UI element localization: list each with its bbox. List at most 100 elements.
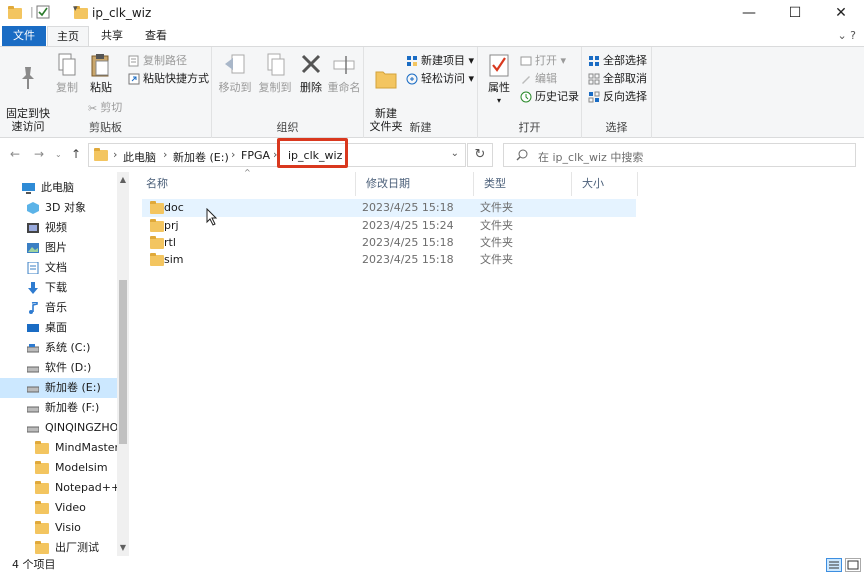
back-arrow-icon[interactable]: ← <box>10 147 20 161</box>
copy-to-button[interactable]: 复制到 <box>256 52 294 94</box>
paste-button[interactable]: 粘贴 <box>86 52 116 94</box>
folder-icon <box>150 253 164 266</box>
refresh-button[interactable]: ↻ <box>467 143 493 167</box>
edit-label: 编辑 <box>535 72 557 85</box>
paste-shortcut-button[interactable]: 粘贴快捷方式 <box>128 70 209 87</box>
nav-item-desktop[interactable]: 桌面 <box>0 318 117 338</box>
rename-label: 重命名 <box>327 81 361 94</box>
folder-icon <box>150 236 164 249</box>
table-row[interactable]: rtl 2023/4/25 15:18 文件夹 <box>142 234 636 252</box>
folder-icon <box>35 480 49 494</box>
breadcrumb-this-pc[interactable]: 此电脑 <box>123 149 156 165</box>
new-item-button[interactable]: 新建项目 ▾ <box>406 52 474 69</box>
nav-label: 此电脑 <box>41 181 74 194</box>
nav-item-this-pc[interactable]: 此电脑 <box>0 178 117 198</box>
recent-dropdown-icon[interactable]: ⌄ <box>55 150 62 159</box>
new-folder-icon <box>375 71 397 89</box>
column-header-size[interactable]: 大小 <box>572 172 638 196</box>
nav-item-videos[interactable]: 视频 <box>0 218 117 238</box>
nav-item-video[interactable]: Video <box>0 498 117 518</box>
column-header-date[interactable]: 修改日期 <box>356 172 474 196</box>
properties-check-icon[interactable] <box>36 5 50 21</box>
nav-item-drive-c[interactable]: 系统 (C:) <box>0 338 117 358</box>
delete-button[interactable]: 删除 <box>296 52 326 94</box>
invert-selection-label: 反向选择 <box>603 90 647 103</box>
minimize-button[interactable]: — <box>726 0 772 26</box>
nav-scrollbar-thumb[interactable] <box>119 280 127 444</box>
properties-button[interactable]: 属性 ▾ <box>482 52 516 107</box>
select-group-label: 选择 <box>605 121 628 134</box>
history-button[interactable]: 历史记录 <box>520 88 579 105</box>
maximize-button[interactable]: ☐ <box>772 0 818 26</box>
nav-label: 桌面 <box>45 321 67 334</box>
nav-label: 视频 <box>45 221 67 234</box>
nav-item-drive-f[interactable]: 新加卷 (F:) <box>0 398 117 418</box>
scroll-down-icon[interactable]: ▼ <box>118 543 128 552</box>
copy-button[interactable]: 复制 <box>52 52 82 94</box>
nav-item-qinqingzhou[interactable]: QINQINGZHOU <box>0 418 117 438</box>
search-box[interactable]: 在 ip_clk_wiz 中搜索 <box>503 143 856 167</box>
properties-label: 属性 <box>488 81 510 94</box>
nav-item-visio[interactable]: Visio <box>0 518 117 538</box>
quick-access-dropdown-icon[interactable]: ▾ <box>73 4 78 20</box>
nav-item-drive-e[interactable]: 新加卷 (E:) <box>0 378 117 398</box>
up-arrow-icon[interactable]: ↑ <box>71 147 81 161</box>
select-none-button[interactable]: 全部取消 <box>588 70 647 87</box>
tab-view[interactable]: 查看 <box>138 26 174 46</box>
rename-button[interactable]: 重命名 <box>326 52 362 94</box>
open-button[interactable]: 打开 ▾ <box>520 52 566 69</box>
easy-access-button[interactable]: 轻松访问 ▾ <box>406 70 474 87</box>
nav-item-documents[interactable]: 文档 <box>0 258 117 278</box>
folder-icon <box>35 540 49 554</box>
scroll-up-icon[interactable]: ▲ <box>118 175 128 184</box>
nav-item-mindmaster[interactable]: MindMaster <box>0 438 117 458</box>
folder-icon <box>35 500 49 514</box>
easy-access-icon <box>406 73 418 85</box>
item-count: 4 个项目 <box>12 558 56 571</box>
breadcrumb-fpga[interactable]: FPGA <box>241 149 270 162</box>
close-button[interactable]: ✕ <box>818 0 864 26</box>
highlight-box <box>277 138 348 168</box>
document-icon <box>27 262 39 274</box>
download-icon <box>28 282 38 294</box>
file-date: 2023/4/25 15:18 <box>362 253 454 266</box>
nav-label: 文档 <box>45 261 67 274</box>
copy-path-button[interactable]: 复制路径 <box>128 52 187 69</box>
nav-label: 下载 <box>45 281 67 294</box>
file-type: 文件夹 <box>480 201 513 214</box>
easy-access-label: 轻松访问 ▾ <box>421 72 475 85</box>
ribbon-help-controls[interactable]: ⌄ ? <box>837 29 856 42</box>
tab-share[interactable]: 共享 <box>94 26 130 46</box>
drive-icon <box>27 366 39 373</box>
nav-item-factory-test[interactable]: 出厂测试 <box>0 538 117 556</box>
move-to-button[interactable]: 移动到 <box>216 52 254 94</box>
column-header-name[interactable]: 名称 <box>136 172 356 196</box>
new-group-label: 新建 <box>409 121 432 134</box>
file-name: rtl <box>164 236 176 249</box>
forward-arrow-icon[interactable]: → <box>34 147 44 161</box>
nav-item-downloads[interactable]: 下载 <box>0 278 117 298</box>
nav-item-notepadpp[interactable]: Notepad++ <box>0 478 117 498</box>
video-icon <box>27 223 39 233</box>
edit-button[interactable]: 编辑 <box>520 70 557 87</box>
address-dropdown-icon[interactable]: ⌄ <box>451 148 459 159</box>
select-all-button[interactable]: 全部选择 <box>588 52 647 69</box>
nav-item-music[interactable]: 音乐 <box>0 298 117 318</box>
cut-button[interactable]: ✂ 剪切 <box>88 99 122 116</box>
nav-item-pictures[interactable]: 图片 <box>0 238 117 258</box>
pin-icon <box>22 67 34 89</box>
nav-item-3d-objects[interactable]: 3D 对象 <box>0 198 117 218</box>
folder-icon <box>35 520 49 534</box>
details-view-button[interactable] <box>826 558 842 572</box>
drive-icon <box>27 406 39 413</box>
invert-selection-button[interactable]: 反向选择 <box>588 88 647 105</box>
large-icons-view-button[interactable] <box>845 558 861 572</box>
column-header-type[interactable]: 类型 <box>474 172 572 196</box>
nav-item-drive-d[interactable]: 软件 (D:) <box>0 358 117 378</box>
table-row[interactable]: sim 2023/4/25 15:18 文件夹 <box>142 251 636 269</box>
paste-label: 粘贴 <box>90 81 112 94</box>
nav-item-modelsim[interactable]: Modelsim <box>0 458 117 478</box>
breadcrumb-drive-e[interactable]: 新加卷 (E:) <box>173 149 229 165</box>
tab-file[interactable]: 文件 <box>2 26 46 46</box>
tab-home[interactable]: 主页 <box>47 26 89 46</box>
